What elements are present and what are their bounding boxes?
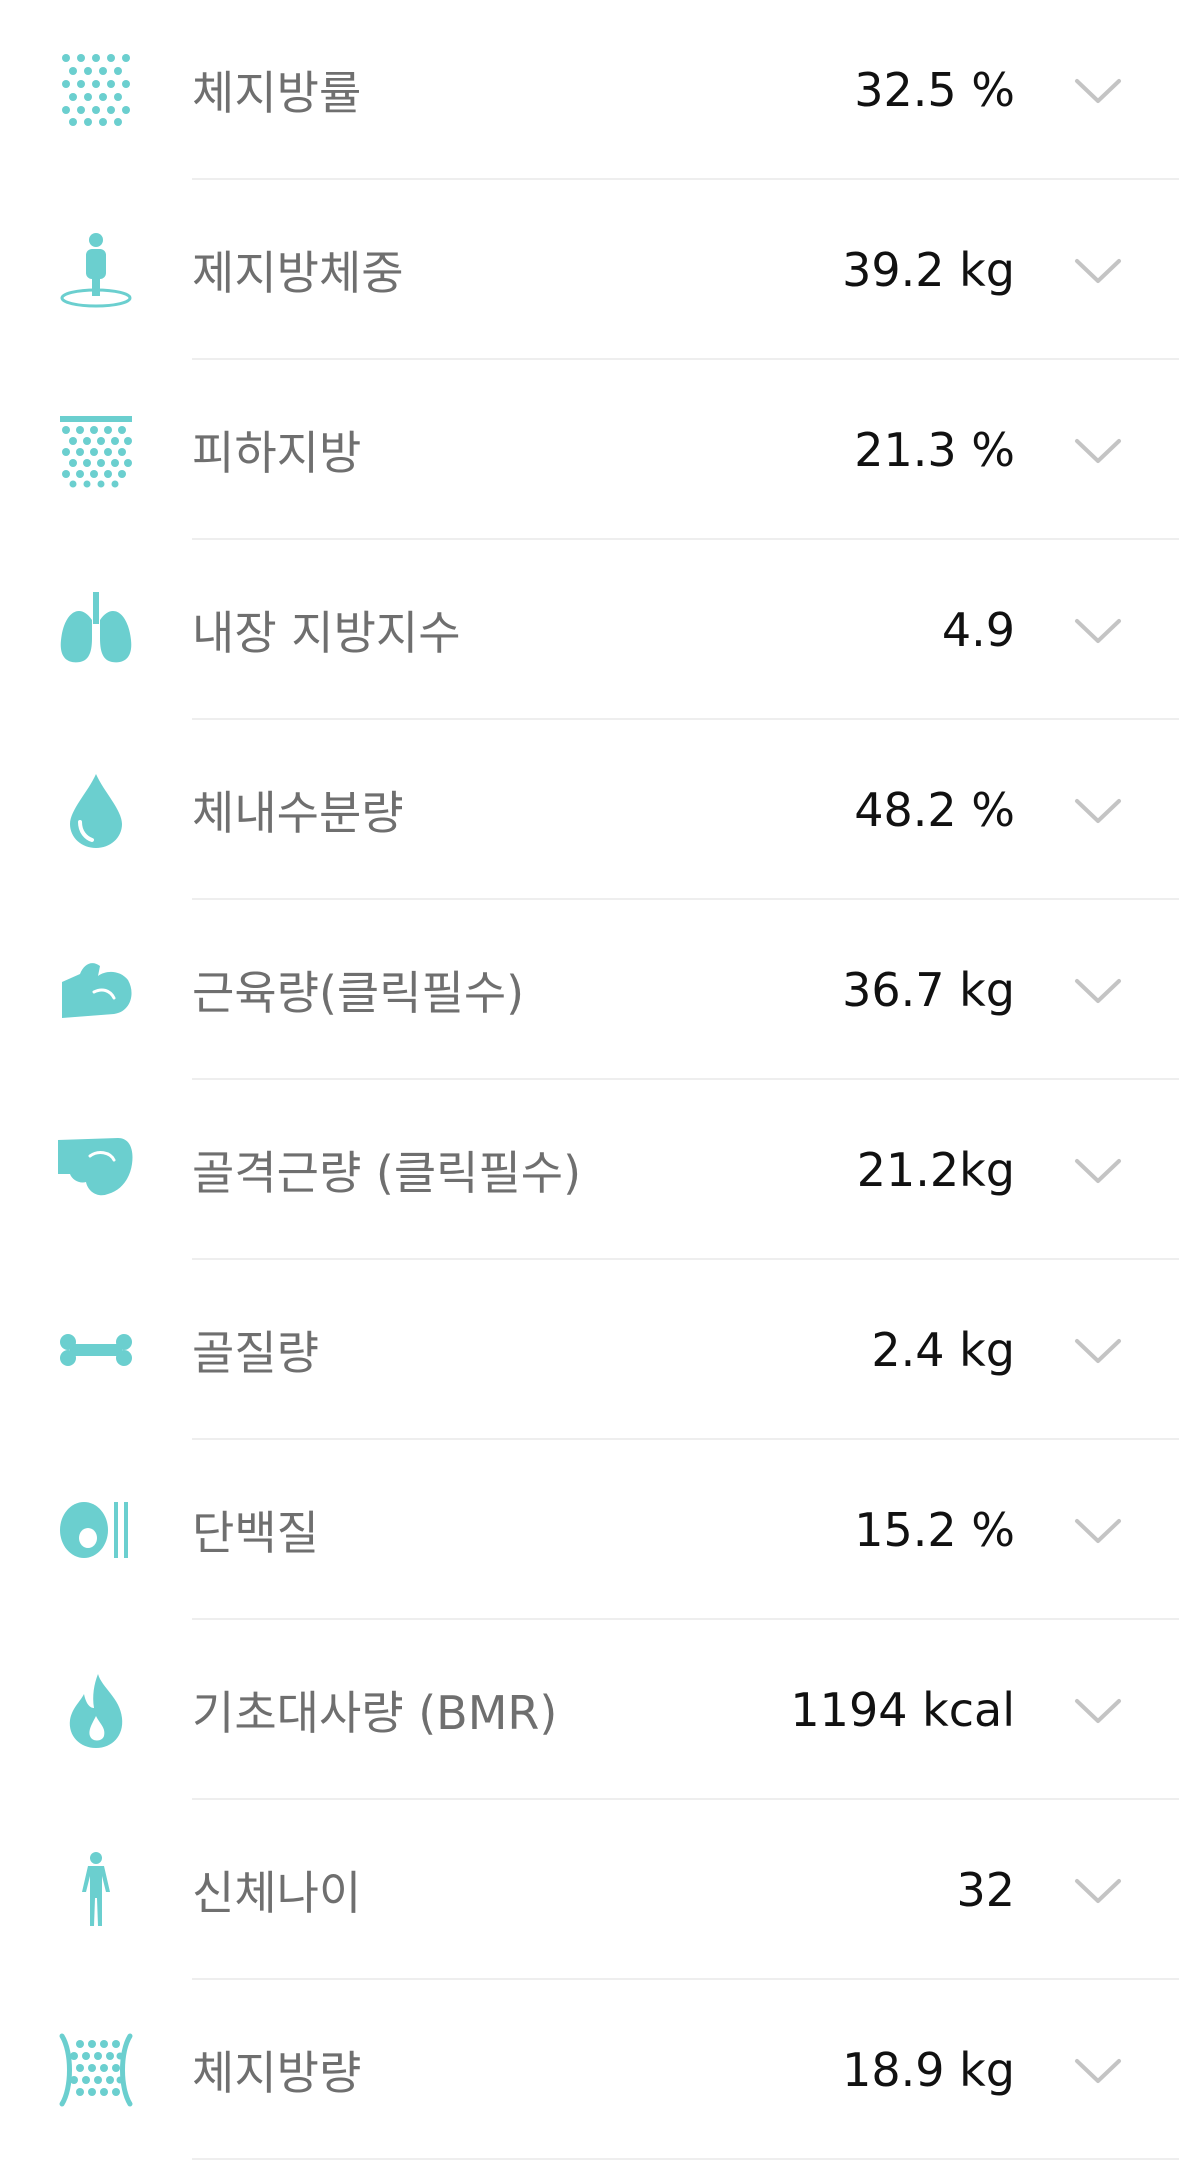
dots-grid-icon xyxy=(58,52,134,128)
metric-row-visceral-fat[interactable]: 내장 지방지수 4.9 xyxy=(0,540,1179,720)
chevron-down-icon[interactable] xyxy=(1073,796,1123,826)
metric-row-body-age[interactable]: 신체나이 32 xyxy=(0,1800,1179,1980)
chevron-down-icon[interactable] xyxy=(1073,976,1123,1006)
metric-value: 18.9 kg xyxy=(842,2043,1015,2097)
metric-label: 피하지방 xyxy=(192,426,362,480)
metric-row-muscle-mass[interactable]: 근육량(클릭필수) 36.7 kg xyxy=(0,900,1179,1080)
chevron-down-icon[interactable] xyxy=(1073,1516,1123,1546)
metric-label: 체지방량 xyxy=(192,2046,362,2100)
metric-label: 골격근량 (클릭필수) xyxy=(192,1146,582,1200)
subcutaneous-fat-icon xyxy=(58,412,134,488)
chevron-down-icon[interactable] xyxy=(1073,616,1123,646)
metric-value: 4.9 xyxy=(941,603,1015,657)
metric-row-bmr[interactable]: 기초대사량 (BMR) 1194 kcal xyxy=(0,1620,1179,1800)
metric-label: 신체나이 xyxy=(192,1866,362,1920)
muscle-arm-icon xyxy=(58,952,134,1028)
metric-label: 기초대사량 (BMR) xyxy=(192,1686,558,1740)
chevron-down-icon[interactable] xyxy=(1073,2056,1123,2086)
metric-value: 2.4 kg xyxy=(871,1323,1015,1377)
lungs-icon xyxy=(58,592,134,668)
metric-row-protein[interactable]: 단백질 15.2 % xyxy=(0,1440,1179,1620)
metric-row-lean-body-mass[interactable]: 제지방체중 39.2 kg xyxy=(0,180,1179,360)
metric-value: 1194 kcal xyxy=(790,1683,1015,1737)
metric-row-body-water[interactable]: 체내수분량 48.2 % xyxy=(0,720,1179,900)
fat-mass-icon xyxy=(58,2032,134,2108)
metric-label: 제지방체중 xyxy=(192,246,404,300)
egg-icon xyxy=(58,1492,134,1568)
metric-label: 근육량(클릭필수) xyxy=(192,966,525,1020)
metric-row-subcutaneous-fat[interactable]: 피하지방 21.3 % xyxy=(0,360,1179,540)
person-pin-icon xyxy=(58,232,134,308)
metric-value: 21.3 % xyxy=(854,423,1015,477)
water-drop-icon xyxy=(58,772,134,848)
metric-value: 15.2 % xyxy=(854,1503,1015,1557)
chevron-down-icon[interactable] xyxy=(1073,76,1123,106)
chevron-down-icon[interactable] xyxy=(1073,256,1123,286)
metric-value: 39.2 kg xyxy=(842,243,1015,297)
metric-label: 체내수분량 xyxy=(192,786,404,840)
metric-row-fat-mass[interactable]: 체지방량 18.9 kg xyxy=(0,1980,1179,2160)
metric-value: 32 xyxy=(956,1863,1015,1917)
metric-label: 단백질 xyxy=(192,1506,319,1560)
metric-value: 32.5 % xyxy=(854,63,1015,117)
chevron-down-icon[interactable] xyxy=(1073,1876,1123,1906)
metric-row-body-fat-rate[interactable]: 체지방률 32.5 % xyxy=(0,0,1179,180)
body-metrics-list: 체지방률 32.5 % 제지방체중 39.2 kg 피하지방 21.3 % 내장… xyxy=(0,0,1179,2160)
flame-icon xyxy=(58,1672,134,1748)
metric-row-bone-mass[interactable]: 골질량 2.4 kg xyxy=(0,1260,1179,1440)
metric-label: 내장 지방지수 xyxy=(192,606,461,660)
metric-value: 48.2 % xyxy=(854,783,1015,837)
chevron-down-icon[interactable] xyxy=(1073,1336,1123,1366)
metric-label: 체지방률 xyxy=(192,66,362,120)
metric-value: 36.7 kg xyxy=(842,963,1015,1017)
body-figure-icon xyxy=(58,1852,134,1928)
metric-value: 21.2kg xyxy=(856,1143,1015,1197)
chevron-down-icon[interactable] xyxy=(1073,1696,1123,1726)
skeletal-muscle-icon xyxy=(58,1132,134,1208)
chevron-down-icon[interactable] xyxy=(1073,1156,1123,1186)
metric-label: 골질량 xyxy=(192,1326,319,1380)
metric-row-skeletal-muscle[interactable]: 골격근량 (클릭필수) 21.2kg xyxy=(0,1080,1179,1260)
bone-icon xyxy=(58,1312,134,1388)
chevron-down-icon[interactable] xyxy=(1073,436,1123,466)
